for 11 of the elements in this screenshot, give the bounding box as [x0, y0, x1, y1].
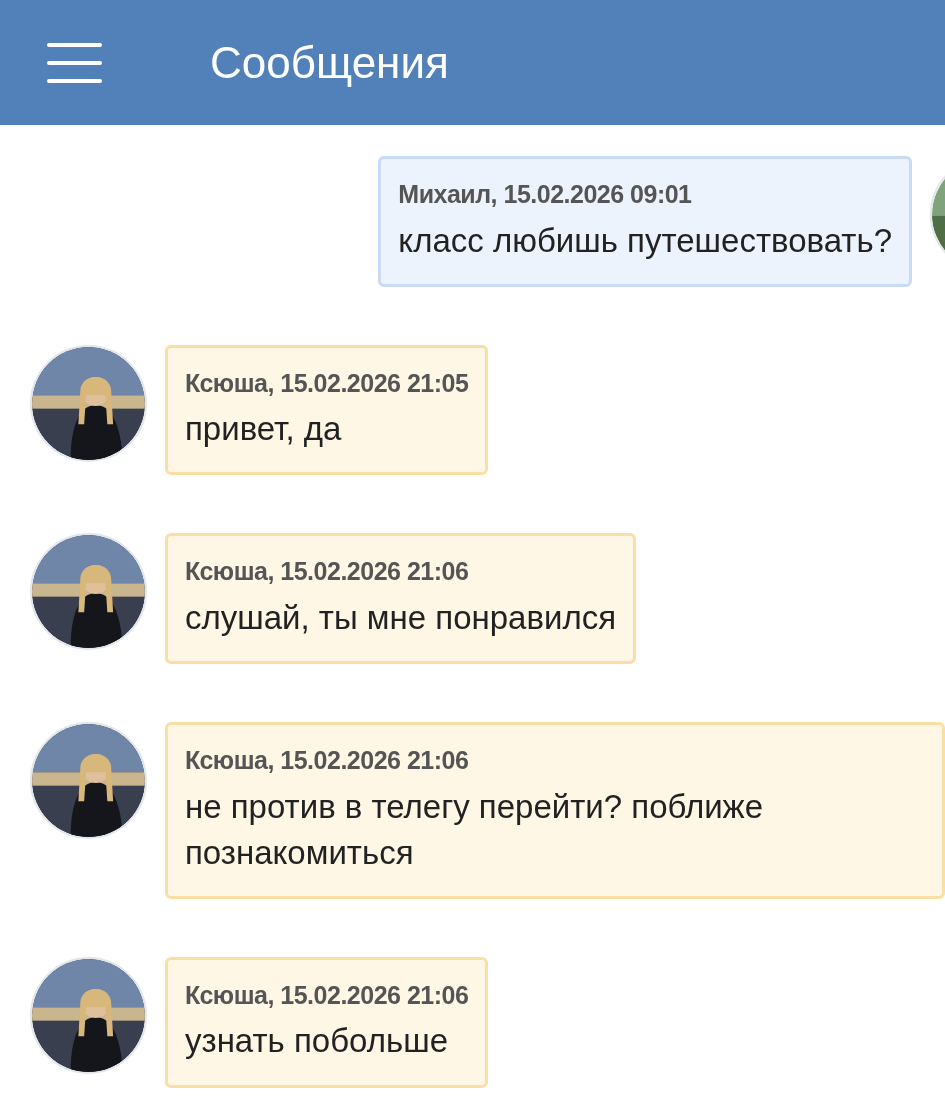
message-text: привет, да [185, 409, 343, 450]
page-title: Сообщения [210, 36, 449, 89]
message-text: узнать побольше [185, 1021, 449, 1062]
message-text: слушай, ты мне понравился [185, 597, 617, 638]
message-meta: Ксюша, 15.02.2026 21:06 [185, 556, 470, 588]
message-text: не против в телегу перейти? поближе познакомиться [185, 786, 765, 873]
message-meta: Ксюша, 15.02.2026 21:06 [185, 745, 470, 777]
message-meta: Михаил, 15.02.2026 09:01 [398, 179, 693, 210]
message-meta: Ксюша, 15.02.2026 21:06 [185, 979, 469, 1011]
message-meta: Ксюша, 15.02.2026 21:05 [185, 367, 469, 399]
message-text: класс любишь путешествовать? [398, 220, 892, 261]
